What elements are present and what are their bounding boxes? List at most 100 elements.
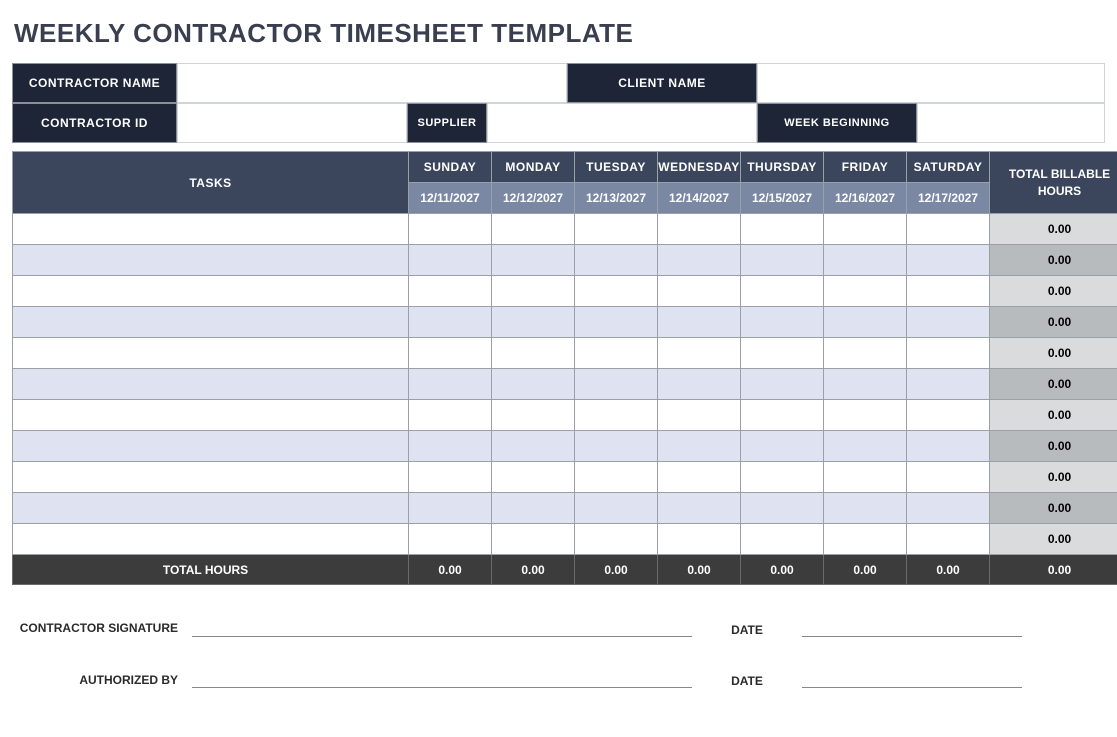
hours-cell[interactable] bbox=[492, 276, 575, 307]
hours-cell[interactable] bbox=[409, 462, 492, 493]
hours-cell[interactable] bbox=[824, 245, 907, 276]
hours-cell[interactable] bbox=[824, 431, 907, 462]
hours-cell[interactable] bbox=[492, 214, 575, 245]
task-cell[interactable] bbox=[13, 338, 409, 369]
hours-cell[interactable] bbox=[492, 400, 575, 431]
hours-cell[interactable] bbox=[824, 524, 907, 555]
table-row: 0.00 bbox=[13, 214, 1117, 245]
hours-cell[interactable] bbox=[409, 245, 492, 276]
hours-cell[interactable] bbox=[409, 369, 492, 400]
task-cell[interactable] bbox=[13, 462, 409, 493]
hours-cell[interactable] bbox=[907, 462, 990, 493]
hours-cell[interactable] bbox=[741, 369, 824, 400]
contractor-signature-date-line[interactable] bbox=[802, 636, 1022, 637]
hours-cell[interactable] bbox=[658, 524, 741, 555]
hours-cell[interactable] bbox=[492, 431, 575, 462]
hours-cell[interactable] bbox=[741, 462, 824, 493]
hours-cell[interactable] bbox=[741, 214, 824, 245]
hours-cell[interactable] bbox=[658, 400, 741, 431]
hours-cell[interactable] bbox=[907, 400, 990, 431]
hours-cell[interactable] bbox=[575, 400, 658, 431]
task-cell[interactable] bbox=[13, 245, 409, 276]
task-cell[interactable] bbox=[13, 276, 409, 307]
hours-cell[interactable] bbox=[907, 524, 990, 555]
hours-cell[interactable] bbox=[575, 369, 658, 400]
hours-cell[interactable] bbox=[907, 369, 990, 400]
hours-cell[interactable] bbox=[741, 245, 824, 276]
task-cell[interactable] bbox=[13, 369, 409, 400]
hours-cell[interactable] bbox=[409, 493, 492, 524]
hours-cell[interactable] bbox=[575, 276, 658, 307]
hours-cell[interactable] bbox=[492, 307, 575, 338]
hours-cell[interactable] bbox=[741, 400, 824, 431]
hours-cell[interactable] bbox=[492, 462, 575, 493]
hours-cell[interactable] bbox=[741, 338, 824, 369]
hours-cell[interactable] bbox=[824, 400, 907, 431]
hours-cell[interactable] bbox=[658, 369, 741, 400]
task-cell[interactable] bbox=[13, 524, 409, 555]
hours-cell[interactable] bbox=[409, 400, 492, 431]
task-cell[interactable] bbox=[13, 493, 409, 524]
hours-cell[interactable] bbox=[409, 276, 492, 307]
hours-cell[interactable] bbox=[658, 245, 741, 276]
table-row: 0.00 bbox=[13, 245, 1117, 276]
hours-cell[interactable] bbox=[658, 462, 741, 493]
task-cell[interactable] bbox=[13, 431, 409, 462]
hours-cell[interactable] bbox=[907, 493, 990, 524]
hours-cell[interactable] bbox=[907, 431, 990, 462]
hours-cell[interactable] bbox=[492, 245, 575, 276]
hours-cell[interactable] bbox=[409, 431, 492, 462]
hours-cell[interactable] bbox=[575, 493, 658, 524]
hours-cell[interactable] bbox=[492, 338, 575, 369]
hours-cell[interactable] bbox=[575, 338, 658, 369]
hours-cell[interactable] bbox=[824, 493, 907, 524]
hours-cell[interactable] bbox=[492, 524, 575, 555]
hours-cell[interactable] bbox=[409, 307, 492, 338]
task-cell[interactable] bbox=[13, 400, 409, 431]
hours-cell[interactable] bbox=[907, 307, 990, 338]
hours-cell[interactable] bbox=[658, 338, 741, 369]
hours-cell[interactable] bbox=[907, 214, 990, 245]
hours-cell[interactable] bbox=[575, 462, 658, 493]
hours-cell[interactable] bbox=[907, 245, 990, 276]
hours-cell[interactable] bbox=[492, 493, 575, 524]
hours-cell[interactable] bbox=[492, 369, 575, 400]
hours-cell[interactable] bbox=[575, 524, 658, 555]
hours-cell[interactable] bbox=[824, 462, 907, 493]
day-header-2: TUESDAY bbox=[575, 152, 658, 183]
contractor-signature-line[interactable] bbox=[192, 636, 692, 637]
authorized-by-date-line[interactable] bbox=[802, 687, 1022, 688]
hours-cell[interactable] bbox=[741, 307, 824, 338]
hours-cell[interactable] bbox=[741, 493, 824, 524]
hours-cell[interactable] bbox=[907, 338, 990, 369]
hours-cell[interactable] bbox=[658, 493, 741, 524]
task-cell[interactable] bbox=[13, 307, 409, 338]
contractor-id-field[interactable] bbox=[177, 103, 407, 143]
hours-cell[interactable] bbox=[741, 524, 824, 555]
hours-cell[interactable] bbox=[575, 214, 658, 245]
hours-cell[interactable] bbox=[575, 431, 658, 462]
hours-cell[interactable] bbox=[658, 307, 741, 338]
hours-cell[interactable] bbox=[824, 369, 907, 400]
hours-cell[interactable] bbox=[824, 338, 907, 369]
week-beginning-field[interactable] bbox=[917, 103, 1105, 143]
hours-cell[interactable] bbox=[824, 276, 907, 307]
hours-cell[interactable] bbox=[575, 245, 658, 276]
hours-cell[interactable] bbox=[409, 524, 492, 555]
client-name-field[interactable] bbox=[757, 63, 1105, 103]
task-cell[interactable] bbox=[13, 214, 409, 245]
hours-cell[interactable] bbox=[409, 214, 492, 245]
hours-cell[interactable] bbox=[824, 307, 907, 338]
hours-cell[interactable] bbox=[741, 276, 824, 307]
supplier-field[interactable] bbox=[487, 103, 757, 143]
hours-cell[interactable] bbox=[658, 431, 741, 462]
hours-cell[interactable] bbox=[658, 214, 741, 245]
hours-cell[interactable] bbox=[658, 276, 741, 307]
hours-cell[interactable] bbox=[741, 431, 824, 462]
authorized-by-line[interactable] bbox=[192, 687, 692, 688]
hours-cell[interactable] bbox=[575, 307, 658, 338]
hours-cell[interactable] bbox=[824, 214, 907, 245]
hours-cell[interactable] bbox=[409, 338, 492, 369]
contractor-name-field[interactable] bbox=[177, 63, 567, 103]
hours-cell[interactable] bbox=[907, 276, 990, 307]
